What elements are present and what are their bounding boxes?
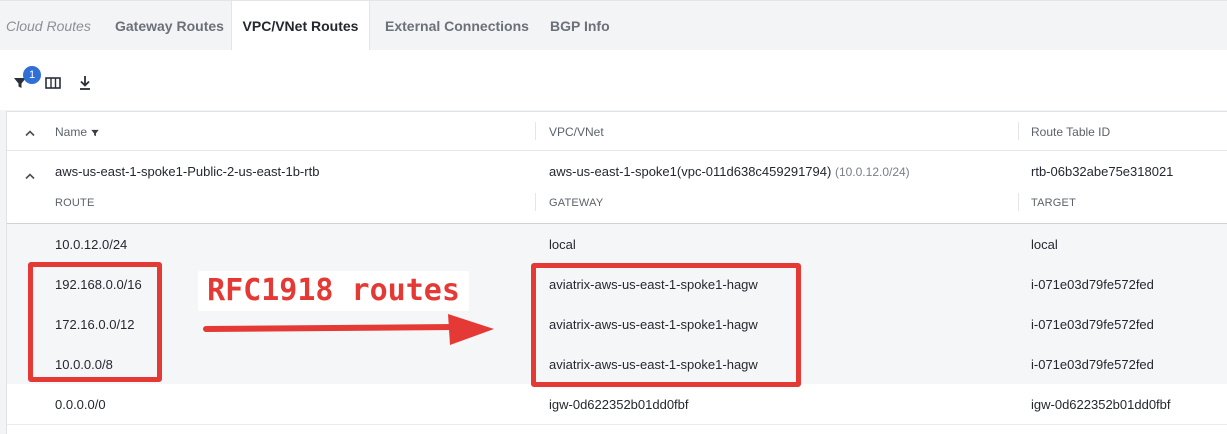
route-table-id: rtb-06b32abe75e318021 xyxy=(1031,164,1174,179)
gateway-cell: igw-0d622352b01dd0fbf xyxy=(549,397,689,412)
route-cell: 10.0.0.0/8 xyxy=(55,357,113,372)
gateway-cell: local xyxy=(549,237,576,252)
table-row[interactable]: 10.0.12.0/24 local local xyxy=(7,224,1227,265)
subheader-route: ROUTE xyxy=(55,197,95,209)
column-divider xyxy=(1018,193,1019,211)
route-table-name: aws-us-east-1-spoke1-Public-2-us-east-1b… xyxy=(55,164,320,179)
column-header-vpc[interactable]: VPC/VNet xyxy=(549,125,604,139)
table-row[interactable]: 172.16.0.0/12 aviatrix-aws-us-east-1-spo… xyxy=(7,304,1227,345)
download-icon[interactable] xyxy=(77,74,93,97)
columns-icon[interactable] xyxy=(45,76,61,95)
route-table-group-row: aws-us-east-1-spoke1-Public-2-us-east-1b… xyxy=(7,151,1227,224)
tab-bgp-info[interactable]: BGP Info xyxy=(550,1,610,51)
target-cell: igw-0d622352b01dd0fbf xyxy=(1031,397,1171,412)
name-filter-icon[interactable] xyxy=(90,125,100,143)
subheader-target: TARGET xyxy=(1031,197,1076,209)
filter-count-badge: 1 xyxy=(23,66,41,84)
tab-vpc-vnet-routes[interactable]: VPC/VNet Routes xyxy=(231,1,370,51)
table-row[interactable]: 10.0.0.0/8 aviatrix-aws-us-east-1-spoke1… xyxy=(7,344,1227,385)
vpc-id: aws-us-east-1-spoke1(vpc-011d638c4592917… xyxy=(549,164,832,179)
vpc-name: aws-us-east-1-spoke1(vpc-011d638c4592917… xyxy=(549,164,910,179)
column-header-name[interactable]: Name xyxy=(55,125,87,139)
collapse-chevron-icon[interactable] xyxy=(24,167,36,185)
routes-table: Name VPC/VNet Route Table ID aws-us-east… xyxy=(6,111,1227,434)
target-cell: i-071e03d79fe572fed xyxy=(1031,357,1154,372)
tab-external-connections[interactable]: External Connections xyxy=(385,1,529,51)
table-row[interactable]: 192.168.0.0/16 aviatrix-aws-us-east-1-sp… xyxy=(7,264,1227,305)
target-cell: i-071e03d79fe572fed xyxy=(1031,277,1154,292)
table-row[interactable]: 0.0.0.0/0 igw-0d622352b01dd0fbf igw-0d62… xyxy=(7,384,1227,425)
target-cell: i-071e03d79fe572fed xyxy=(1031,317,1154,332)
gateway-cell: aviatrix-aws-us-east-1-spoke1-hagw xyxy=(549,317,758,332)
route-cell: 192.168.0.0/16 xyxy=(55,277,142,292)
route-cell: 172.16.0.0/12 xyxy=(55,317,135,332)
column-divider xyxy=(535,193,536,211)
gateway-cell: aviatrix-aws-us-east-1-spoke1-hagw xyxy=(549,277,758,292)
annotation-arrow-icon xyxy=(203,314,494,345)
route-cell: 0.0.0.0/0 xyxy=(55,397,106,412)
tab-gateway-routes[interactable]: Gateway Routes xyxy=(115,1,224,51)
tab-bar: Cloud Routes Gateway Routes VPC/VNet Rou… xyxy=(0,0,1227,51)
column-header-route-table-id[interactable]: Route Table ID xyxy=(1031,125,1110,139)
column-divider xyxy=(1018,122,1019,140)
subheader-gateway: GATEWAY xyxy=(549,197,604,209)
collapse-all-chevron-icon[interactable] xyxy=(24,124,36,142)
target-cell: local xyxy=(1031,237,1058,252)
annotation-label: RFC1918 routes xyxy=(198,271,469,311)
table-header-row: Name VPC/VNet Route Table ID xyxy=(7,112,1227,151)
column-divider xyxy=(535,122,536,140)
vpc-cidr: (10.0.12.0/24) xyxy=(834,165,910,179)
gateway-cell: aviatrix-aws-us-east-1-spoke1-hagw xyxy=(549,357,758,372)
tab-cloud-routes[interactable]: Cloud Routes xyxy=(6,1,91,51)
route-cell: 10.0.12.0/24 xyxy=(55,237,128,252)
table-toolbar xyxy=(0,50,1227,110)
